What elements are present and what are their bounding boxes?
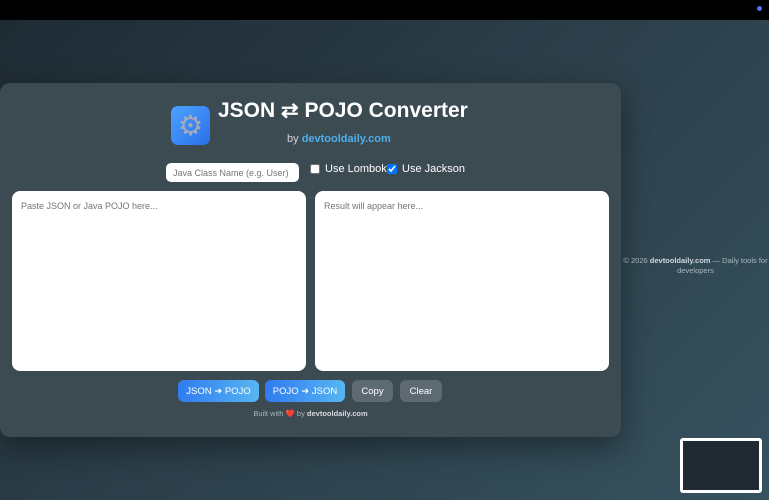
byline: by devtooldaily.com xyxy=(287,133,391,145)
status-dot xyxy=(757,6,762,11)
heart-icon: ❤️ xyxy=(285,409,295,418)
built-prefix: Built with xyxy=(253,409,284,418)
thumbnail-image xyxy=(683,441,759,490)
preview-thumbnail[interactable] xyxy=(680,438,762,493)
use-jackson-check[interactable] xyxy=(387,164,397,174)
gear-icon: ⚙ xyxy=(171,106,210,145)
top-bar xyxy=(0,0,769,20)
built-link[interactable]: devtooldaily.com xyxy=(307,409,368,418)
built-by: by xyxy=(296,409,305,418)
json-to-pojo-button[interactable]: JSON ➜ POJO xyxy=(178,380,259,402)
use-lombok-checkbox[interactable]: Use Lombok xyxy=(310,163,387,175)
use-lombok-check[interactable] xyxy=(310,164,320,174)
byline-link[interactable]: devtooldaily.com xyxy=(302,133,391,145)
footer-link[interactable]: devtooldaily.com xyxy=(650,256,711,265)
page-title: JSON ⇄ POJO Converter xyxy=(218,99,468,122)
use-jackson-checkbox[interactable]: Use Jackson xyxy=(387,163,465,175)
page-footer: © 2026 devtooldaily.com — Daily tools fo… xyxy=(622,256,769,276)
input-textarea[interactable] xyxy=(12,191,306,371)
footer-copyright: © 2026 xyxy=(623,256,648,265)
use-lombok-label: Use Lombok xyxy=(325,163,387,175)
class-name-input[interactable] xyxy=(166,163,299,182)
converter-card: ⚙ JSON ⇄ POJO Converter by devtooldaily.… xyxy=(0,83,621,437)
pojo-to-json-button[interactable]: POJO ➜ JSON xyxy=(265,380,345,402)
clear-button[interactable]: Clear xyxy=(400,380,442,402)
byline-prefix: by xyxy=(287,133,299,145)
copy-button[interactable]: Copy xyxy=(352,380,393,402)
output-textarea[interactable] xyxy=(315,191,609,371)
use-jackson-label: Use Jackson xyxy=(402,163,465,175)
built-with: Built with ❤️ by devtooldaily.com xyxy=(0,409,621,418)
